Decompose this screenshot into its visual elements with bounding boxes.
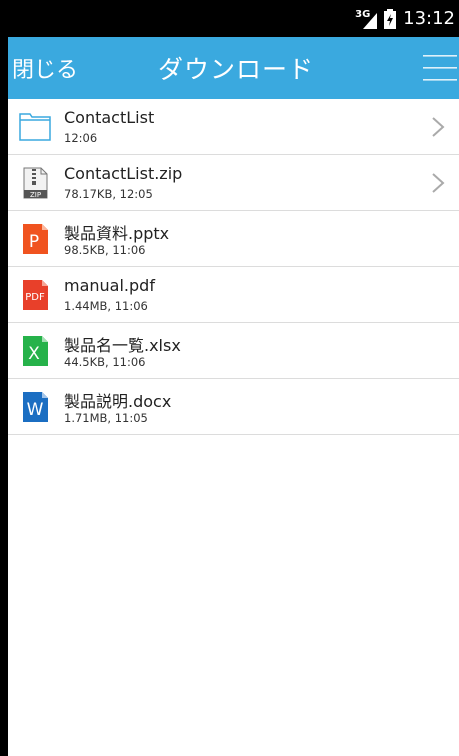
- menu-icon[interactable]: [423, 53, 459, 83]
- list-item-xlsx[interactable]: X 製品名一覧.xlsx 44.5KB, 11:06: [8, 323, 459, 379]
- file-name: 製品説明.docx: [64, 392, 172, 411]
- pdf-letter: PDF: [25, 292, 45, 303]
- list-item-zip[interactable]: ZIP ContactList.zip 78.17KB, 12:05: [8, 155, 459, 211]
- file-meta: 44.5KB, 11:06: [64, 355, 146, 369]
- chevron-right-icon: [432, 117, 445, 137]
- file-meta: 78.17KB, 12:05: [64, 187, 153, 201]
- excel-icon: X: [23, 336, 48, 366]
- title-bar: 閉じる ダウンロード: [8, 37, 459, 99]
- file-meta: 12:06: [64, 131, 98, 145]
- zip-label: ZIP: [30, 191, 41, 199]
- docx-letter: W: [27, 400, 44, 420]
- file-name: 製品名一覧.xlsx: [64, 336, 181, 355]
- pptx-letter: P: [29, 232, 39, 252]
- chevron-right-icon: [432, 173, 445, 193]
- battery-icon: [384, 8, 397, 29]
- clock: 13:12: [403, 8, 455, 29]
- list-item-docx[interactable]: W 製品説明.docx 1.71MB, 11:05: [8, 379, 459, 435]
- list-item-pptx[interactable]: P 製品資料.pptx 98.5KB, 11:06: [8, 211, 459, 267]
- screen: 3G 13:12 閉じる ダウンロード ContactList 12:06 ZI…: [0, 0, 459, 756]
- file-name: 製品資料.pptx: [64, 224, 170, 243]
- powerpoint-icon: P: [23, 224, 48, 254]
- page-title: ダウンロード: [158, 55, 315, 84]
- pdf-icon: PDF: [23, 280, 48, 310]
- status-bar: 3G 13:12: [0, 0, 459, 37]
- file-name: manual.pdf: [64, 276, 155, 295]
- word-icon: W: [23, 392, 48, 422]
- signal-icon: 3G: [355, 9, 378, 29]
- list-item-pdf[interactable]: PDF manual.pdf 1.44MB, 11:06: [8, 267, 459, 323]
- file-name: ContactList.zip: [64, 164, 183, 183]
- zip-file-icon: ZIP: [23, 167, 48, 199]
- folder-icon: [19, 113, 51, 141]
- file-meta: 98.5KB, 11:06: [64, 243, 146, 257]
- file-meta: 1.71MB, 11:05: [64, 411, 148, 425]
- xlsx-letter: X: [28, 344, 40, 364]
- file-name: ContactList: [64, 108, 155, 127]
- file-list: ContactList 12:06 ZIP ContactList.zip 78…: [8, 99, 459, 756]
- list-item-folder[interactable]: ContactList 12:06: [8, 99, 459, 155]
- file-meta: 1.44MB, 11:06: [64, 299, 148, 313]
- close-button[interactable]: 閉じる: [12, 37, 78, 99]
